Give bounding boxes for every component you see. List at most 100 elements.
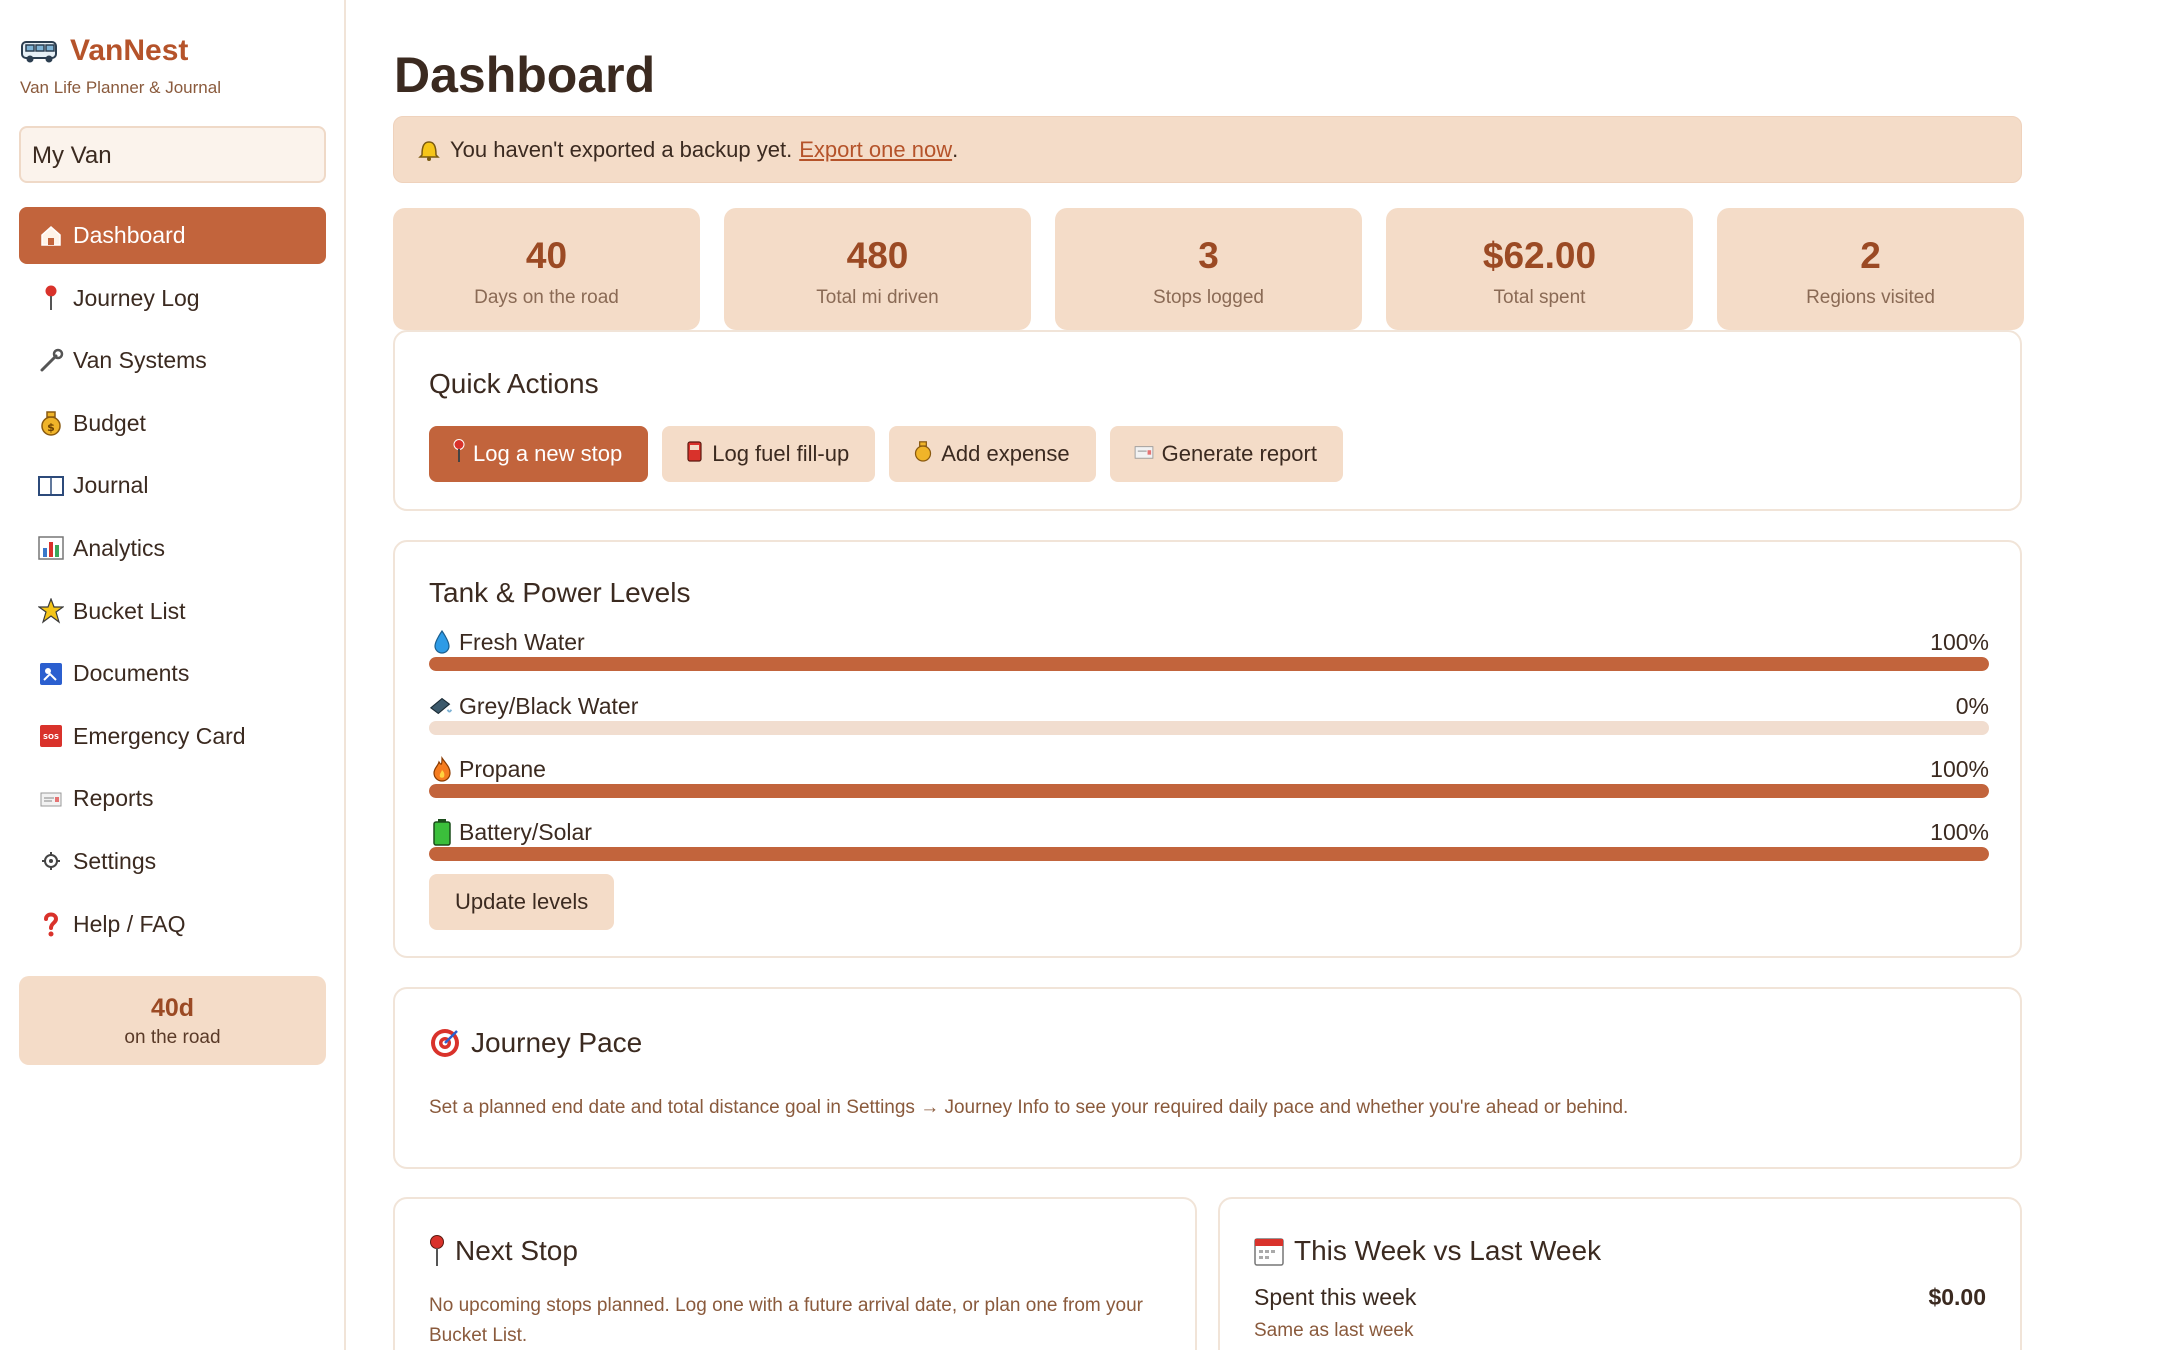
tank-name: Battery/Solar [459, 818, 592, 845]
sidebar-item-journey-log[interactable]: Journey Log [19, 270, 326, 327]
export-link[interactable]: Export one now [799, 137, 952, 163]
sidebar: VanNest Van Life Planner & Journal My Va… [0, 0, 346, 1350]
tank-percent: 100% [1930, 628, 1989, 655]
journey-pace-title: Journey Pace [471, 1027, 643, 1058]
sidebar-item-bucket-list[interactable]: Bucket List [19, 583, 326, 640]
week-compare-text: Same as last week [1254, 1320, 1414, 1341]
wrench-icon [37, 347, 65, 375]
sos-icon: SOS [37, 722, 65, 750]
sidebar-item-label: Emergency Card [73, 722, 246, 749]
stat-label: Total spent [1493, 287, 1586, 308]
tank-levels-card: Tank & Power Levels Fresh Water 100% Gre… [393, 540, 2022, 958]
page-title: Dashboard [394, 47, 656, 103]
sidebar-item-label: Bucket List [73, 597, 186, 624]
tank-battery: Battery/Solar 100% [429, 818, 1989, 861]
next-stop-card: Next Stop No upcoming stops planned. Log… [393, 1197, 1197, 1350]
stat-value: 2 [1860, 235, 1881, 276]
stats-row: 40 Days on the road 480 Total mi driven … [393, 208, 2024, 330]
tank-fresh-water: Fresh Water 100% [429, 628, 1989, 671]
sidebar-item-documents[interactable]: Documents [19, 645, 326, 702]
passport-icon [37, 660, 65, 688]
stat-card-regions: 2 Regions visited [1717, 208, 2024, 330]
sidebar-item-label: Van Systems [73, 347, 207, 374]
sidebar-item-label: Help / FAQ [73, 910, 186, 937]
pin-icon [453, 439, 465, 469]
journey-pace-text: Set a planned end date and total distanc… [429, 1097, 1629, 1118]
tank-percent: 100% [1930, 755, 1989, 782]
sidebar-item-journal[interactable]: Journal [19, 457, 326, 514]
stat-label: Total mi driven [816, 287, 939, 308]
next-stop-heading: Next Stop [429, 1235, 578, 1267]
stat-value: 40 [525, 235, 568, 276]
sidebar-item-reports[interactable]: Reports [19, 770, 326, 827]
van-selector[interactable]: My Van [19, 126, 326, 183]
log-stop-button[interactable]: Log a new stop [429, 426, 649, 482]
days-on-road-label: on the road [124, 1027, 221, 1048]
sparkle-icon [37, 597, 65, 625]
sidebar-item-label: Analytics [73, 534, 166, 561]
sidebar-item-dashboard[interactable]: Dashboard [19, 207, 326, 264]
money-bag-icon: $ [37, 409, 65, 437]
button-label: Log fuel fill-up [712, 441, 850, 466]
week-spent-value: $0.00 [1928, 1284, 1986, 1310]
sidebar-item-emergency-card[interactable]: SOS Emergency Card [19, 708, 326, 765]
report-icon [1134, 443, 1154, 466]
log-fuel-button[interactable]: Log fuel fill-up [662, 426, 876, 482]
tank-propane: Propane 100% [429, 755, 1989, 798]
banner-suffix: . [952, 136, 959, 162]
tank-bar [429, 847, 1989, 861]
gear-icon [37, 847, 65, 875]
quick-actions-title: Quick Actions [429, 368, 599, 399]
pin-icon [37, 284, 65, 312]
grey-water-icon [429, 694, 455, 718]
tank-name: Propane [459, 755, 546, 782]
tank-bar [429, 657, 1989, 671]
pin-icon [429, 1235, 445, 1267]
days-on-road-card: 40d on the road [19, 976, 326, 1065]
sidebar-item-label: Settings [73, 847, 157, 874]
brand[interactable]: VanNest [20, 34, 188, 68]
sidebar-item-label: Journal [73, 472, 149, 499]
button-label: Add expense [941, 441, 1070, 466]
van-icon [20, 36, 60, 66]
tank-bar-fill [429, 657, 1989, 671]
stat-label: Regions visited [1806, 287, 1935, 308]
sidebar-item-budget[interactable]: $ Budget [19, 395, 326, 452]
sidebar-item-settings[interactable]: Settings [19, 833, 326, 890]
sidebar-item-label: Reports [73, 785, 154, 812]
bell-icon [418, 138, 440, 162]
tank-levels-title: Tank & Power Levels [429, 577, 691, 608]
report-icon [37, 785, 65, 813]
sidebar-nav: Dashboard Journey Log Van Systems $ Budg… [19, 207, 326, 958]
stat-card-distance: 480 Total mi driven [724, 208, 1031, 330]
tank-bar-fill [429, 784, 1989, 798]
week-spent-label: Spent this week [1254, 1284, 1417, 1310]
tank-bar-fill [429, 847, 1989, 861]
tank-name: Fresh Water [459, 628, 585, 655]
tank-name: Grey/Black Water [459, 692, 639, 719]
week-comparison-card: This Week vs Last Week Spent this week $… [1218, 1197, 2022, 1350]
stat-card-days: 40 Days on the road [393, 208, 700, 330]
sidebar-item-analytics[interactable]: Analytics [19, 520, 326, 577]
update-levels-button[interactable]: Update levels [429, 874, 615, 930]
generate-report-button[interactable]: Generate report [1109, 426, 1343, 482]
book-icon [37, 472, 65, 500]
add-expense-button[interactable]: Add expense [889, 426, 1096, 482]
house-icon [37, 222, 65, 250]
app-name: VanNest [70, 34, 189, 67]
stat-card-spent: $62.00 Total spent [1386, 208, 1693, 330]
quick-actions-card: Quick Actions Log a new stop Log fuel fi… [393, 330, 2022, 511]
sidebar-item-van-systems[interactable]: Van Systems [19, 332, 326, 389]
quick-actions-buttons: Log a new stop Log fuel fill-up Add expe… [429, 426, 1343, 482]
tank-grey-water: Grey/Black Water 0% [429, 692, 1989, 735]
battery-icon [429, 818, 455, 846]
week-comparison-title: This Week vs Last Week [1294, 1235, 1602, 1266]
week-spent-row: Spent this week $0.00 [1254, 1284, 1986, 1311]
tank-percent: 100% [1930, 818, 1989, 845]
stat-value: 480 [846, 235, 909, 276]
stat-value: $62.00 [1482, 235, 1597, 276]
sidebar-item-help[interactable]: Help / FAQ [19, 896, 326, 953]
money-bag-icon [913, 440, 933, 468]
button-label: Log a new stop [473, 441, 623, 466]
stat-label: Days on the road [474, 287, 619, 308]
